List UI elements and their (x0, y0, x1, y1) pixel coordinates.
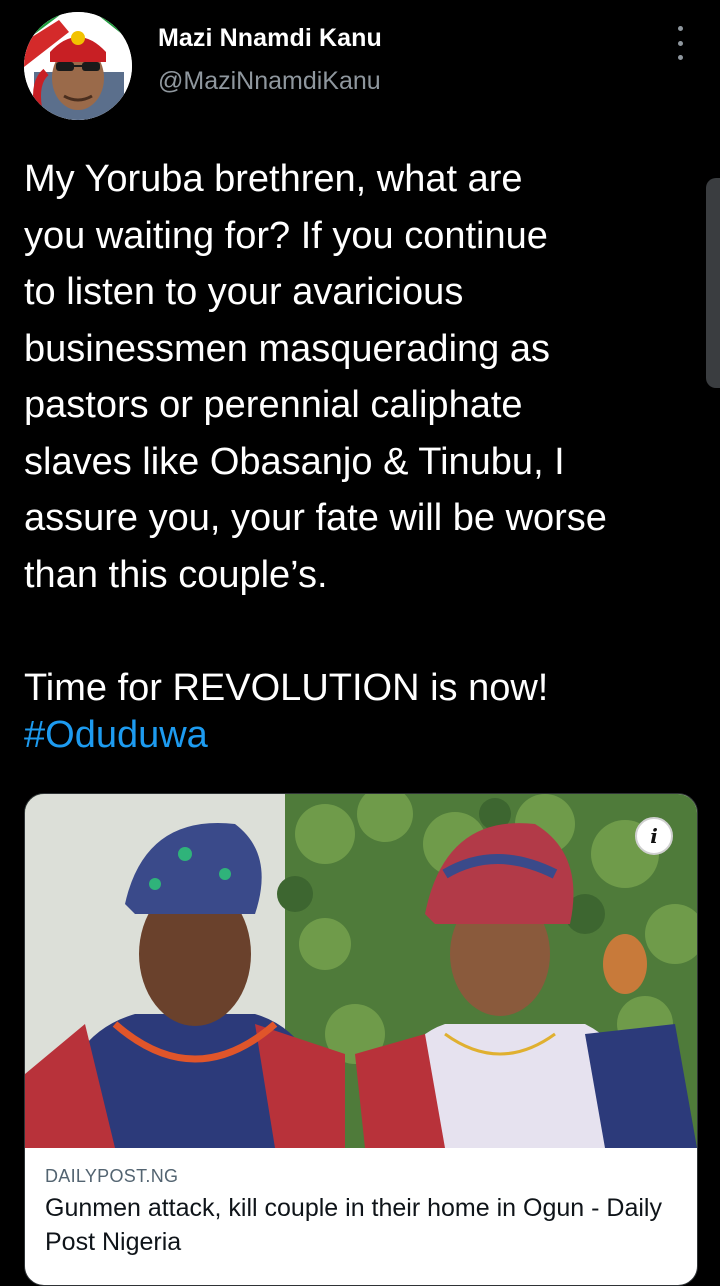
dot (677, 55, 683, 60)
dot (677, 40, 683, 46)
dot (677, 26, 683, 31)
tweet-text: My Yoruba brethren, what are you waiting… (24, 158, 607, 709)
card-domain: DAILYPOST.NG (45, 1166, 179, 1186)
author-handle[interactable]: @MaziNnamdiKanu (158, 67, 382, 96)
author-name[interactable]: Mazi Nnamdi Kanu (158, 24, 382, 53)
author-block[interactable]: Mazi Nnamdi Kanu @MaziNnamdiKanu (158, 24, 382, 96)
edge-panel-handle[interactable] (706, 178, 720, 388)
more-options-icon[interactable] (664, 26, 696, 60)
link-preview-card[interactable]: i DAILYPOST.NG Gunmen attack, kill coupl… (24, 793, 698, 1286)
info-icon[interactable]: i (635, 817, 673, 855)
author-avatar[interactable] (24, 12, 132, 120)
hashtag-link[interactable]: #Oduduwa (24, 707, 208, 763)
article-photo (25, 794, 697, 1148)
avatar-image (24, 12, 132, 120)
card-meta: DAILYPOST.NG Gunmen attack, kill couple … (45, 1166, 685, 1259)
card-title[interactable]: Gunmen attack, kill couple in their home… (45, 1191, 685, 1259)
